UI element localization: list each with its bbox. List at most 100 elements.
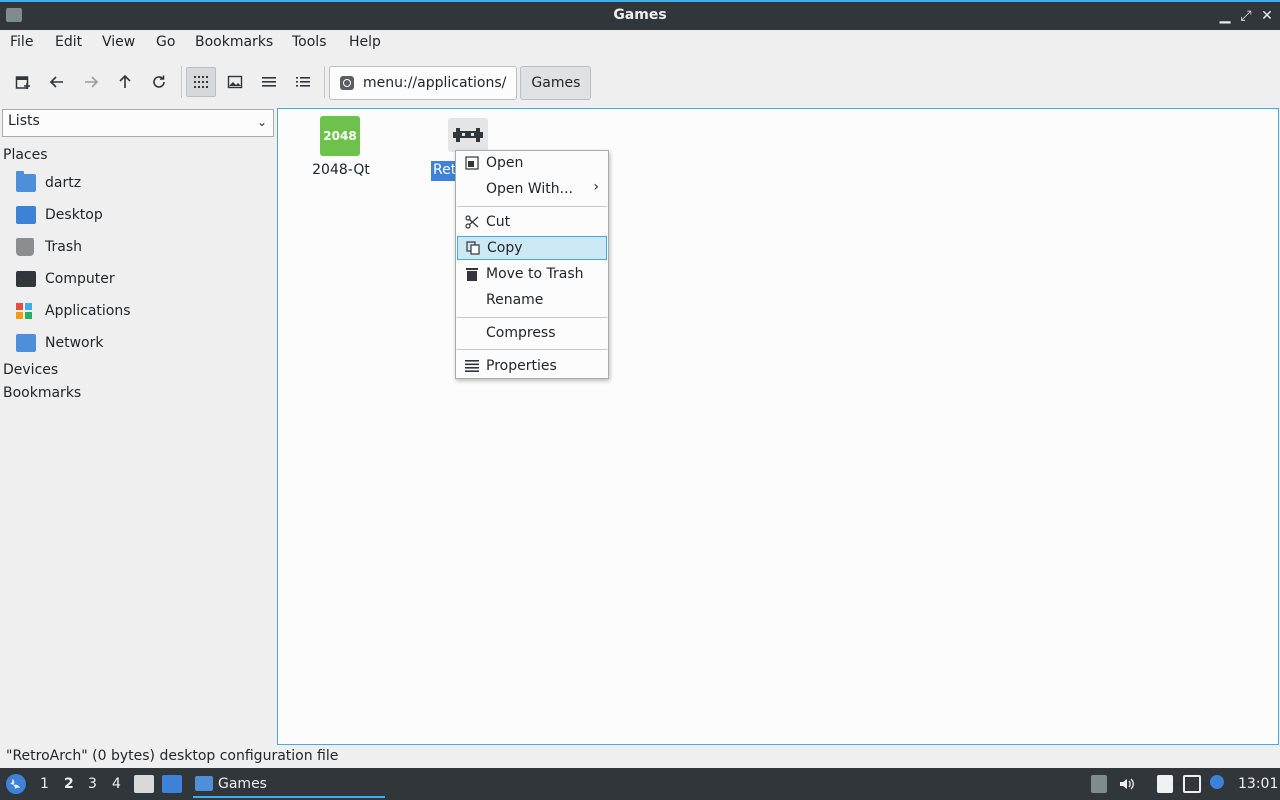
menu-item-label: Move to Trash (486, 266, 584, 282)
retroarch-icon[interactable] (448, 118, 488, 152)
menu-item-label: Compress (486, 325, 556, 341)
icon-view-icon[interactable] (186, 67, 216, 97)
toolbar-separator (181, 66, 182, 98)
workspace-4[interactable]: 4 (112, 776, 121, 792)
menu-separator (457, 349, 607, 350)
thumbnail-view-icon[interactable] (220, 67, 250, 97)
menu-separator (457, 206, 607, 207)
open-icon (464, 155, 480, 171)
menu-file[interactable]: File (10, 34, 33, 50)
menu-item-properties[interactable]: Properties (457, 354, 607, 378)
chevron-down-icon: ⌄ (256, 115, 267, 129)
menu-item-cut[interactable]: Cut (457, 210, 607, 234)
desktop-icon (16, 206, 36, 224)
start-menu-icon[interactable] (6, 774, 26, 794)
workspace-3[interactable]: 3 (88, 776, 97, 792)
menu-item-label: Cut (486, 214, 511, 230)
path-current-label: Games (531, 75, 581, 91)
status-text: "RetroArch" (0 bytes) desktop configurat… (6, 748, 339, 764)
reload-icon[interactable] (144, 67, 174, 97)
show-desktop-icon[interactable] (162, 775, 182, 793)
home-folder-icon (16, 171, 36, 192)
places-header[interactable]: Places (3, 147, 48, 163)
sidebar-item-label: Trash (45, 239, 82, 255)
workspace-2[interactable]: 2 (64, 776, 74, 792)
notification-tray-icon[interactable] (1210, 775, 1224, 789)
compact-view-icon[interactable] (254, 67, 284, 97)
path-bar: menu://applications/ Games (329, 66, 594, 100)
menu-item-move-to-trash[interactable]: Move to Trash (457, 262, 607, 286)
menu-help[interactable]: Help (349, 34, 381, 50)
sidebar-item-trash[interactable]: Trash (16, 235, 82, 259)
close-button[interactable]: ✕ (1258, 6, 1276, 26)
sidebar: Lists ⌄ Places dartz Desktop Trash Compu… (0, 108, 276, 745)
minimize-button[interactable]: ▁ (1216, 6, 1234, 26)
window-titlebar: Games ▁ ⤢ ✕ (0, 0, 1280, 30)
sidebar-item-label: Desktop (45, 207, 103, 223)
trash-icon (16, 238, 34, 256)
menubar: File Edit View Go Bookmarks Tools Help (0, 30, 1280, 56)
status-bar: "RetroArch" (0 bytes) desktop configurat… (0, 746, 1280, 768)
up-icon[interactable] (110, 67, 140, 97)
sidebar-item-dartz[interactable]: dartz (16, 171, 81, 195)
file-label-2048-qt[interactable]: 2048-Qt (300, 162, 382, 178)
menu-item-open[interactable]: Open (457, 151, 607, 175)
menu-edit[interactable]: Edit (55, 34, 82, 50)
toolbar: menu://applications/ Games (0, 56, 1280, 106)
path-root-button[interactable]: menu://applications/ (329, 66, 518, 100)
detailed-list-view-icon[interactable] (288, 67, 318, 97)
new-tab-icon[interactable] (8, 67, 38, 97)
file-view[interactable] (277, 108, 1279, 745)
menu-item-compress[interactable]: Compress (457, 321, 607, 345)
updates-tray-icon[interactable] (1091, 775, 1107, 793)
menu-item-label: Properties (486, 358, 557, 374)
sidebar-item-computer[interactable]: Computer (16, 267, 115, 291)
sidebar-item-applications[interactable]: Applications (16, 299, 131, 323)
network-tray-icon[interactable] (1183, 775, 1201, 793)
taskbar-task-games[interactable]: Games (193, 771, 385, 798)
properties-icon (464, 358, 480, 374)
bookmarks-header[interactable]: Bookmarks (3, 385, 81, 401)
folder-icon (195, 776, 213, 791)
menu-item-label: Copy (487, 240, 523, 256)
back-icon[interactable] (42, 67, 72, 97)
computer-icon (16, 271, 36, 287)
workspace-1[interactable]: 1 (40, 776, 49, 792)
menu-separator (457, 317, 607, 318)
applications-icon (16, 303, 32, 319)
sidebar-item-label: Computer (45, 271, 115, 287)
scissors-icon (464, 214, 480, 230)
clock[interactable]: 13:01 (1238, 776, 1278, 792)
app-2048-icon[interactable]: 2048 (320, 116, 360, 156)
window-title: Games (613, 7, 667, 23)
sidebar-mode-select[interactable]: Lists ⌄ (2, 109, 274, 137)
maximize-button[interactable]: ⤢ (1237, 6, 1255, 26)
volume-icon[interactable] (1118, 775, 1136, 793)
menu-view[interactable]: View (102, 34, 135, 50)
menu-go[interactable]: Go (156, 34, 175, 50)
menu-item-copy[interactable]: Copy (457, 236, 607, 260)
menu-item-label: Open With... (486, 181, 573, 197)
menu-item-open-with[interactable]: Open With... › (457, 177, 607, 201)
path-current-button[interactable]: Games (520, 66, 592, 100)
file-label-retroarch[interactable]: Ret (431, 161, 457, 181)
sidebar-item-label: Network (45, 335, 104, 351)
sidebar-item-label: dartz (45, 175, 82, 191)
toolbar-separator (324, 66, 325, 98)
copy-icon (465, 240, 481, 256)
menu-tools[interactable]: Tools (292, 34, 327, 50)
menu-item-rename[interactable]: Rename (457, 288, 607, 312)
file-manager-launcher-icon[interactable] (134, 775, 154, 793)
menu-item-label: Rename (486, 292, 544, 308)
context-menu: Open Open With... › Cut Copy Move to Tra… (455, 150, 609, 379)
chevron-right-icon: › (593, 179, 599, 195)
forward-icon[interactable] (76, 67, 106, 97)
trash-icon (464, 266, 480, 282)
clipboard-tray-icon[interactable] (1157, 775, 1173, 793)
devices-header[interactable]: Devices (3, 362, 58, 378)
task-label: Games (218, 775, 267, 792)
menu-bookmarks[interactable]: Bookmarks (195, 34, 273, 50)
sidebar-item-desktop[interactable]: Desktop (16, 203, 103, 227)
sidebar-item-network[interactable]: Network (16, 331, 103, 355)
network-folder-icon (16, 334, 36, 352)
